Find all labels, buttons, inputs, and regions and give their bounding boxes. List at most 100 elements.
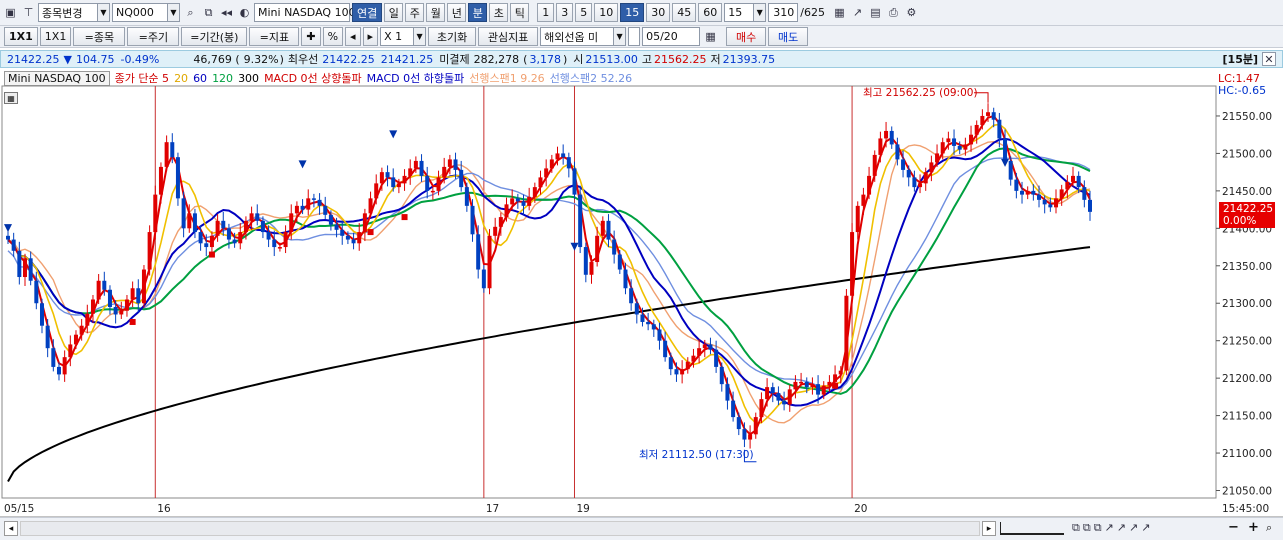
sell-button[interactable]: 매도: [768, 27, 809, 46]
magnifier-icon[interactable]: ⌕: [1266, 521, 1272, 535]
reset-button[interactable]: 초기화: [428, 27, 477, 46]
scroll-right-icon[interactable]: ▸: [982, 521, 996, 536]
candle-body: [759, 399, 764, 418]
scroll-left-icon[interactable]: ◂: [4, 521, 18, 536]
legend-ma120[interactable]: 120: [212, 72, 233, 85]
period-bars-button[interactable]: =기간(봉): [181, 27, 248, 46]
gear-icon[interactable]: ⚙: [903, 3, 920, 22]
candle-body: [589, 262, 594, 275]
legend-ma60[interactable]: 60: [193, 72, 207, 85]
period-button[interactable]: 초: [489, 3, 509, 22]
interval-button[interactable]: 5: [575, 3, 593, 22]
copy-icon[interactable]: ⧉: [200, 3, 217, 22]
date-field[interactable]: 05/20: [642, 27, 701, 46]
period-button[interactable]: 월: [426, 3, 446, 22]
panel-menu-icon[interactable]: ▦: [4, 92, 18, 104]
zoom-out-button[interactable]: −: [1228, 520, 1239, 535]
zoom-field[interactable]: X 1: [380, 27, 415, 46]
buy-button[interactable]: 매수: [726, 27, 767, 46]
candle-body: [459, 169, 464, 188]
calendar-icon[interactable]: ▦: [702, 27, 719, 46]
hc-label: HC:-0.65: [1218, 84, 1266, 97]
y-tick-label: 21350.00: [1222, 261, 1272, 273]
candle-body: [476, 234, 481, 270]
layout-1x1-alt-button[interactable]: 1X1: [39, 27, 72, 46]
legend-span1[interactable]: 선행스팬1 9.26: [469, 70, 544, 86]
volume: 46,769 (: [193, 52, 240, 66]
crosshair-button[interactable]: ✚: [301, 27, 321, 46]
symbol-search-field[interactable]: 종목변경: [38, 3, 98, 22]
interval-button[interactable]: 45: [672, 3, 697, 22]
candle-body: [470, 205, 475, 235]
legend-macd-down[interactable]: MACD 0선 하향돌파: [367, 70, 465, 86]
chevron-down-icon[interactable]: ▼: [167, 3, 180, 22]
x-date-label-16: 16: [157, 503, 171, 515]
pin-icon[interactable]: ⊤: [20, 3, 37, 22]
bar-count-field[interactable]: 310: [768, 3, 799, 22]
legend-ma300[interactable]: 300: [238, 72, 259, 85]
legend-ma-label[interactable]: 종가 단순 5: [115, 70, 169, 86]
close-icon[interactable]: ✕: [1262, 52, 1276, 66]
candle-body: [385, 172, 390, 178]
candle-body: [776, 393, 781, 401]
legend-macd-up[interactable]: MACD 0선 상향돌파: [264, 70, 362, 86]
date-checkbox[interactable]: [628, 27, 641, 46]
indicator-button[interactable]: =지표: [249, 27, 300, 46]
candle-body: [79, 325, 84, 335]
watch-indicator-button[interactable]: 관심지표: [478, 27, 539, 46]
search-icon[interactable]: ⌕: [182, 3, 199, 22]
legend-ma20[interactable]: 20: [174, 72, 188, 85]
candle-body: [515, 198, 520, 202]
chevron-down-icon[interactable]: ▼: [613, 27, 627, 46]
price-change: 104.75: [75, 52, 115, 66]
interval-button[interactable]: 15: [620, 3, 645, 22]
item-button[interactable]: =종목: [73, 27, 126, 46]
scroll-right-button[interactable]: ▸: [362, 27, 379, 46]
interval-button[interactable]: 60: [698, 3, 723, 22]
triangle-right-icon: ▸: [367, 30, 374, 43]
link-button[interactable]: 연결: [352, 3, 383, 22]
cycle-button[interactable]: =주기: [127, 27, 180, 46]
chart-tool-icon[interactable]: ↗: [849, 3, 866, 22]
interval-button[interactable]: 1: [537, 3, 555, 22]
interval-value-field[interactable]: 15: [724, 3, 755, 22]
interval-button[interactable]: 3: [556, 3, 574, 22]
interval-button[interactable]: 10: [594, 3, 619, 22]
chevron-down-icon[interactable]: ▼: [413, 27, 427, 46]
best-quote-label: 최우선: [287, 53, 319, 66]
layout-1x1-button[interactable]: 1X1: [4, 27, 38, 46]
sound-icon[interactable]: ◂◂: [218, 3, 235, 22]
period-button[interactable]: 년: [447, 3, 467, 22]
candle-body: [328, 214, 333, 225]
bottom-scroll-bar: ◂ ▸ ⧉⧉⧉↗↗↗↗ − + ⌕: [0, 517, 1283, 540]
symbol-code-field[interactable]: NQ000: [112, 3, 168, 22]
period-button[interactable]: 틱: [510, 3, 530, 22]
overseas-options-field[interactable]: 해외선옵 미: [540, 27, 615, 46]
candle-body: [793, 381, 798, 390]
chart-legend: Mini NASDAQ 100 종가 단순 5 20 60 120 300 MA…: [4, 70, 637, 86]
chart-tools-icons[interactable]: ⧉⧉⧉↗↗↗↗: [1072, 521, 1153, 535]
span2-line: [7, 155, 1091, 391]
candle-body: [130, 288, 135, 300]
period-button[interactable]: 일: [384, 3, 404, 22]
legend-span2[interactable]: 선행스팬2 52.26: [550, 70, 632, 86]
scroll-range-handle[interactable]: [1000, 522, 1064, 535]
print-icon[interactable]: ⎙: [885, 3, 902, 22]
window-icon[interactable]: ▣: [2, 3, 19, 22]
legend-instrument[interactable]: Mini NASDAQ 100: [4, 70, 110, 86]
zoom-in-button[interactable]: +: [1248, 520, 1259, 535]
interval-button[interactable]: 30: [646, 3, 671, 22]
grid-icon[interactable]: ▦: [831, 3, 848, 22]
period-button[interactable]: 분: [468, 3, 488, 22]
candle-body: [923, 172, 928, 184]
percent-button[interactable]: %: [322, 27, 344, 46]
speaker-icon[interactable]: ◐: [236, 3, 253, 22]
candle-body: [1042, 199, 1047, 205]
candle-body: [952, 138, 957, 146]
chevron-down-icon[interactable]: ▼: [97, 3, 110, 22]
scroll-track[interactable]: [20, 521, 980, 536]
period-button[interactable]: 주: [405, 3, 425, 22]
scroll-left-button[interactable]: ◂: [345, 27, 361, 46]
chevron-down-icon[interactable]: ▼: [753, 3, 767, 22]
layout-icon[interactable]: ▤: [867, 3, 884, 22]
